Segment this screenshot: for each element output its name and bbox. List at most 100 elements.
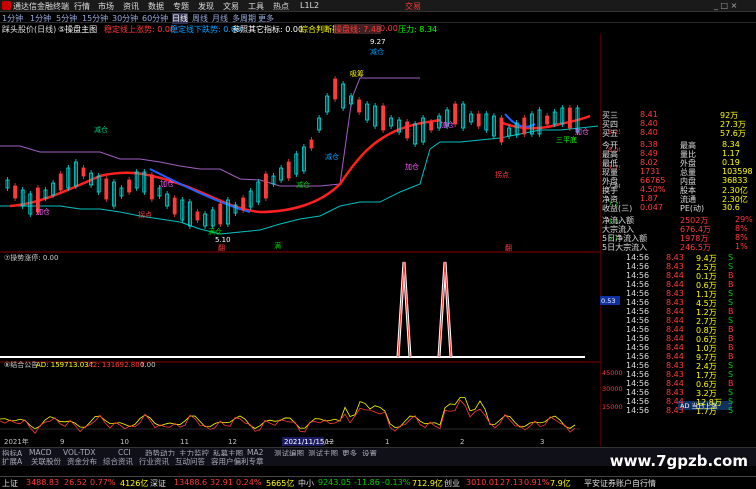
menu-tools[interactable]: 工具 [248,1,264,12]
candle-body [263,173,268,199]
tab-more[interactable]: 更多 [258,13,274,24]
tick-volume: 1.7万 [696,407,717,416]
extension-tab[interactable]: 综合资讯 [103,456,133,466]
menu-l1l2[interactable]: L1L2 [300,1,319,10]
menu-market[interactable]: 市场 [98,1,114,12]
indicator-tab[interactable]: MACD [29,448,51,456]
extension-tab[interactable]: 容用户偏利专章 [211,456,264,466]
signal-label-2: 减仓 [370,47,384,56]
flow-row: 5日大宗流入 246.5万 1% [600,242,756,252]
indicator-tab[interactable]: 指标A [2,448,22,456]
tab-period-day[interactable]: 日线 [172,13,188,24]
tab-period-week[interactable]: 周线 [192,13,208,24]
menu-data[interactable]: 数据 [148,1,164,12]
tick-price: 8.43 [666,370,684,379]
tab-period-6[interactable]: 60分钟 [142,13,168,24]
index-zx-name[interactable]: 中小 [298,478,314,489]
signal-label-12: 拐点 [495,170,509,179]
candle-body [218,203,223,225]
candle-body [333,78,338,100]
indicator-tab[interactable]: 私募主图 [213,448,243,456]
candle-body [453,103,458,125]
tick-time: 14:56 [626,352,650,361]
indicator-tab[interactable]: 测试编图 [274,448,304,456]
price-low-label: 5.10 [215,236,231,244]
index-sz-pct: 0.24% [236,478,262,487]
extension-tab[interactable]: 扩展A [2,456,22,466]
time-label-4: 12 [228,438,237,446]
tick-row: 14:56 8.44 9.7万 B [600,352,756,362]
tick-side: B [728,379,734,388]
menu-hot[interactable]: 热点 [273,1,289,12]
stat-row: 换手 4.50% 股本 2.30亿 [600,185,756,195]
tick-time: 14:56 [626,262,650,271]
indicator-tab[interactable]: 设置 [362,448,377,456]
bid-level-price: 8.41 [640,110,658,119]
tick-side: B [728,271,734,280]
stat-value: 8.49 [640,149,658,158]
tab-period-2[interactable]: 1分钟 [30,13,51,24]
tick-side: S [728,361,734,370]
tab-period-3[interactable]: 5分钟 [56,13,77,24]
index-sh-amount: 4126亿 [120,479,149,488]
indicator-tab[interactable]: VOL-TDX [63,448,95,456]
tick-side: S [728,388,734,397]
index-sz-change: 32.91 [210,478,233,487]
signal-label-8: 减仓 [296,180,310,189]
signal-label-3: 减仓 [325,152,339,161]
tab-period-1[interactable]: 1分钟 [2,13,23,24]
signal-label-1: 减仓 [94,125,108,134]
chart-area[interactable]: 减仓 吸筹 减仓 减仓 加仓 加仓 加仓 加仓 减仓 满仓 三平底 拐点 拐点 … [0,34,600,446]
extension-tab[interactable]: 资金分布 [67,456,97,466]
tick-row: 14:56 8.44 0.1万 B [600,271,756,281]
flow-pct: 8% [735,233,748,242]
tick-time: 14:56 [626,361,650,370]
menu-trade[interactable]: 交易 [405,1,421,12]
stat-row: 净资 1.87 流通 2.30亿 [600,194,756,204]
extension-tab[interactable]: 行业资讯 [139,456,169,466]
menu-news[interactable]: 资讯 [123,1,139,12]
stock-name: 踩头股价(日线) [2,25,57,34]
tick-row: 14:56 8.44 0.8万 B [600,325,756,335]
extension-tab[interactable]: 关联股份 [31,456,61,466]
menu-discover[interactable]: 发现 [198,1,214,12]
index-sz-name[interactable]: 深证 [150,478,166,489]
tab-period-5[interactable]: 30分钟 [112,13,138,24]
title-bar: 通达信金融终端 行情 市场 资讯 数据 专题 发现 文易 工具 热点 L1L2 … [0,0,756,12]
stat-label: PE(动) [680,204,705,213]
tick-side: S [728,289,734,298]
a2-line [0,399,576,434]
indicator-tab[interactable]: MA2 [247,448,263,456]
indicator-tab[interactable]: 测试主图 [308,448,338,456]
tick-price: 8.44 [666,397,684,406]
tab-period-month[interactable]: 月线 [212,13,228,24]
status-account[interactable]: 平安证券账户自行情 [584,478,656,489]
indicator-tab[interactable]: 趋势动力 [145,448,175,456]
tick-row: 14:56 8.43 3.2万 S [600,388,756,398]
tick-price: 8.44 [666,352,684,361]
extension-tab[interactable]: 互动问答 [175,456,205,466]
tick-row: 14:56 8.43 1.7万 S [600,406,756,416]
tick-price: 8.44 [666,307,684,316]
indicator-tab[interactable]: 更多 [342,448,357,456]
tick-side: S [728,262,734,271]
timeline-axis: 2021年 9 10 11 12 2021/11/15/一 12 1 2 3 [0,436,600,446]
tab-period-4[interactable]: 15分钟 [82,13,108,24]
tick-side: S [728,253,734,262]
signal-label-10: 三平底 [556,135,577,144]
price-high-label: 9.27 [370,38,386,46]
signal-label-0: 吸筹 [350,69,364,78]
index-cy-name[interactable]: 创业 [444,478,460,489]
index-zx-value: 9243.05 [318,478,352,487]
window-controls-icon[interactable]: _ □ × [714,1,737,10]
indicator-tab[interactable]: 主力监控 [179,448,209,456]
menu-topic[interactable]: 专题 [173,1,189,12]
tab-period-multi[interactable]: 多周期 [232,13,256,24]
menu-quotes[interactable]: 行情 [74,1,90,12]
index-sh-name[interactable]: 上证 [2,478,18,489]
indicator-tab[interactable]: CCI [118,448,131,456]
menu-wenyi[interactable]: 文易 [223,1,239,12]
price-panel: 减仓 吸筹 减仓 减仓 加仓 加仓 加仓 加仓 减仓 满仓 三平底 拐点 拐点 … [0,34,600,253]
indicator-ref: 参照其它指标: 0.00 [232,25,304,34]
indicator-main[interactable]: ⑤操盘主图 [58,24,97,34]
